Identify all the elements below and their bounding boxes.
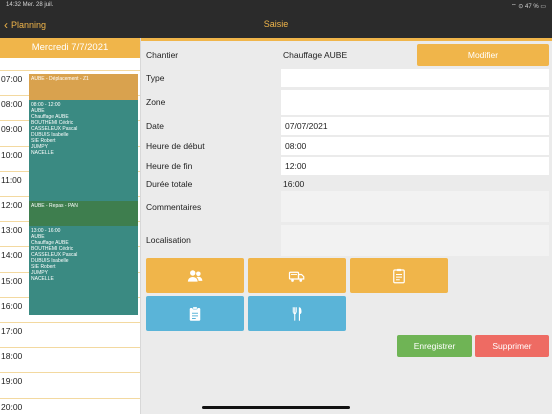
delete-button[interactable]: Supprimer [475, 335, 549, 357]
people-icon [187, 269, 203, 282]
status-bar: 14:32 Mer. 28 juil. ⌔ ⊙ 47 % ▭ [0, 0, 552, 10]
planning-panel: Mercredi 7/7/2021 07:00 08:00 09:00 10:00 11… [0, 38, 141, 414]
meal-tile-button[interactable] [248, 296, 346, 331]
hour-row: 19:00 [0, 372, 140, 397]
back-button[interactable]: ‹ Planning [4, 17, 46, 33]
hour-label: 18:00 [1, 351, 23, 362]
report-tile-button[interactable] [146, 296, 244, 331]
hour-row: 20:00 [0, 397, 140, 414]
hour-label: 19:00 [1, 376, 23, 387]
location-label: Localisation [146, 235, 191, 245]
truck-icon [288, 271, 305, 282]
event-line: AUBE - Repas - PAN [31, 203, 78, 209]
status-time: 14:32 Mer. 28 juil. [6, 2, 54, 8]
planning-date-header: Mercredi 7/7/2021 [0, 38, 140, 58]
chantier-value: Chauffage AUBE [283, 50, 348, 60]
hour-label: 14:00 [1, 250, 23, 261]
hour-label: 16:00 [1, 300, 23, 311]
comments-label: Commentaires [146, 202, 202, 212]
checklist-tile-button[interactable] [350, 258, 448, 293]
home-indicator [202, 406, 350, 409]
calendar-event[interactable]: 13:00 - 16:00 AUBE Chauffage AUBE BOUTHEMI … [29, 226, 138, 315]
end-time-field[interactable]: 12:00 [281, 157, 549, 175]
start-time-field[interactable]: 08:00 [281, 137, 549, 155]
hour-label: 11:00 [1, 174, 22, 185]
date-field[interactable]: 07/07/2021 [281, 117, 549, 135]
event-line: NACELLE [31, 276, 54, 282]
utensils-icon [292, 306, 302, 321]
calendar-event[interactable]: 08:00 - 12:00 AUBE Chauffage AUBE BOUTHEMI … [29, 100, 138, 201]
duration-label: Durée totale [146, 179, 193, 189]
location-field[interactable] [281, 225, 549, 256]
modifier-button[interactable]: Modifier [417, 44, 549, 66]
calendar-event[interactable]: AUBE - Repas - PAN [29, 201, 138, 226]
clipboard-icon [189, 306, 201, 321]
hour-label: 07:00 [1, 74, 23, 84]
hour-label: 08:00 [1, 99, 23, 110]
hour-label: 20:00 [1, 401, 23, 412]
save-button[interactable]: Enregistrer [397, 335, 472, 357]
vehicle-tile-button[interactable] [248, 258, 346, 293]
form-divider [141, 38, 552, 41]
chantier-label: Chantier [146, 50, 179, 60]
hour-label: 13:00 [1, 225, 23, 236]
hour-row: 17:00 [0, 322, 140, 347]
hour-label: 09:00 [1, 124, 23, 135]
hour-label: 15:00 [1, 275, 23, 286]
hour-row: 18:00 [0, 347, 140, 372]
status-indicators: ⌔ ⊙ 47 % ▭ [510, 4, 546, 10]
type-label: Type [146, 73, 165, 83]
duration-value: 16:00 [283, 179, 305, 189]
hour-label: 10:00 [1, 149, 23, 160]
date-label: Date [146, 121, 164, 131]
hour-label: 12:00 [1, 200, 23, 210]
back-label: Planning [11, 20, 47, 30]
end-time-label: Heure de fin [146, 161, 193, 171]
chevron-left-icon: ‹ [4, 18, 8, 32]
zone-label: Zone [146, 97, 166, 107]
hour-label: 17:00 [1, 326, 23, 336]
calendar-event[interactable]: AUBE - Déplacement - Z1 [29, 74, 138, 100]
comments-field[interactable] [281, 191, 549, 222]
type-field[interactable] [281, 69, 549, 87]
team-tile-button[interactable] [146, 258, 244, 293]
event-line: NACELLE [31, 150, 54, 156]
clipboard-icon [393, 268, 405, 283]
start-time-label: Heure de début [146, 141, 205, 151]
event-line: AUBE - Déplacement - Z1 [31, 76, 89, 82]
zone-field[interactable] [281, 90, 549, 115]
